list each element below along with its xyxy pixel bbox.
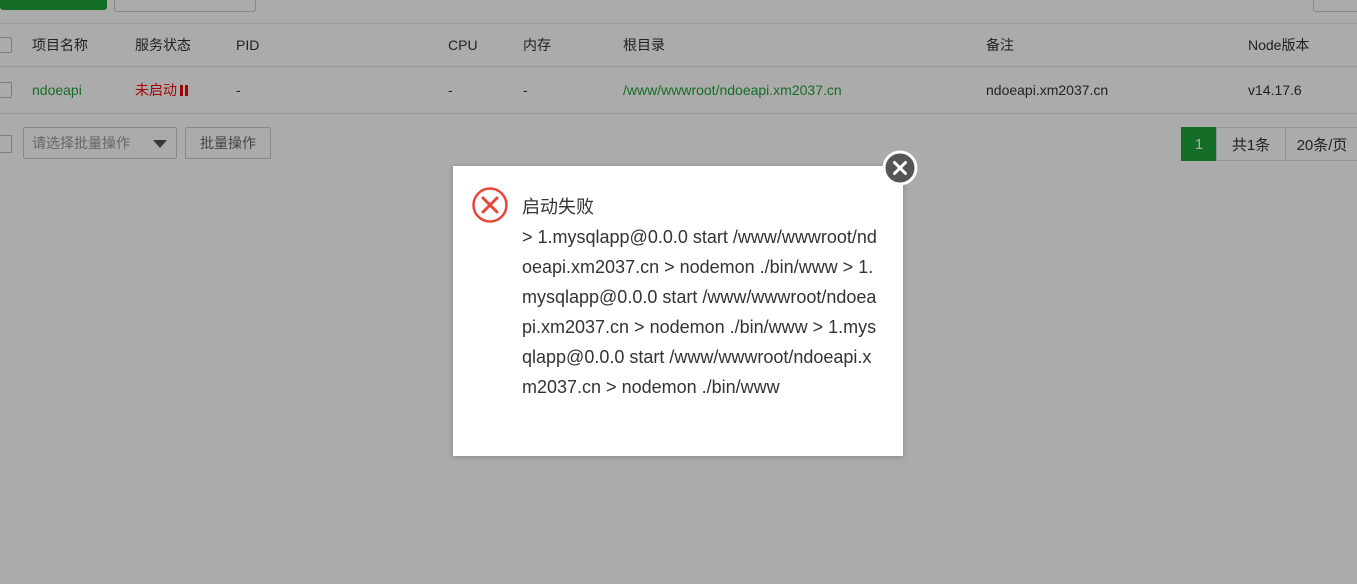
error-circle-icon (472, 187, 508, 223)
error-dialog: 启动失败 > 1.mysqlapp@0.0.0 start /www/wwwro… (453, 166, 903, 456)
close-icon[interactable] (882, 150, 918, 186)
dialog-content: 启动失败 > 1.mysqlapp@0.0.0 start /www/wwwro… (522, 192, 886, 402)
dialog-message: > 1.mysqlapp@0.0.0 start /www/wwwroot/nd… (522, 227, 877, 397)
dialog-title: 启动失败 (522, 197, 594, 217)
